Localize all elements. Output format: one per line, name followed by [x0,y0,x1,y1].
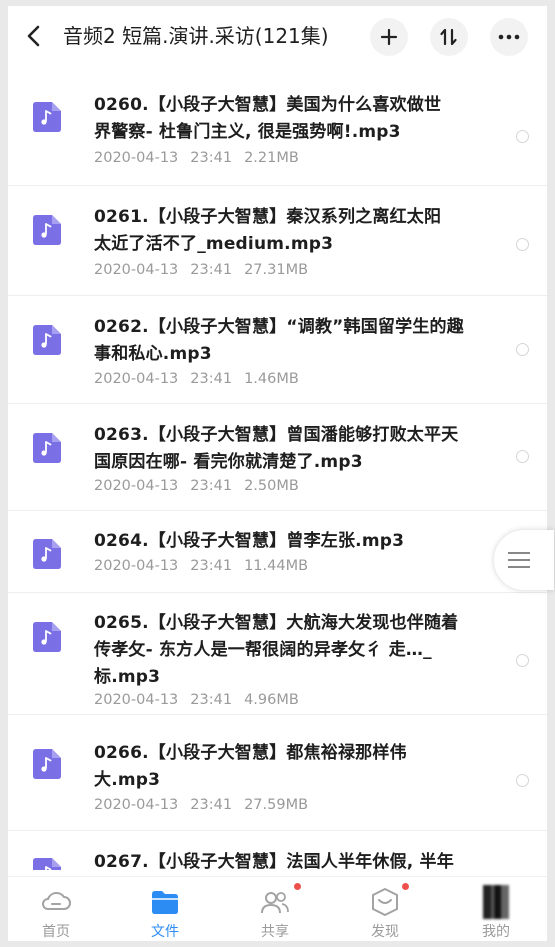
select-radio[interactable] [516,774,529,787]
notification-dot [294,883,301,890]
audio-file-icon [33,215,61,245]
file-item[interactable]: 0260.【小段子大智慧】美国为什么喜欢做世 界警察- 杜鲁门主义, 很是强势啊!… [8,80,547,186]
audio-file-icon [33,325,61,355]
sort-icon [440,28,457,46]
file-meta: 2020-04-13 23:41 1.46MB [94,371,299,387]
file-item[interactable]: 0265.【小段子大智慧】大航海大发现也伴随着 传孝攵- 东方人是一帮很阔的异孝攵… [8,592,547,715]
file-item[interactable]: 0261.【小段子大智慧】秦汉系列之离红太阳 太近了活不了_medium.mp3 … [8,185,547,296]
file-meta: 2020-04-13 23:41 2.50MB [94,478,299,494]
file-name: 0261.【小段子大智慧】秦汉系列之离红太阳 太近了活不了_medium.mp3 [94,207,442,254]
audio-file-icon [33,858,61,870]
file-name: 0262.【小段子大智慧】“调教”韩国留学生的趣 事和私心.mp3 [94,317,464,364]
menu-icon [508,552,530,573]
notification-dot [402,883,409,890]
file-meta: 2020-04-13 23:41 11.44MB [94,558,309,574]
add-button[interactable] [370,18,408,56]
file-name: 0265.【小段子大智慧】大航海大发现也伴随着 传孝攵- 东方人是一帮很阔的异孝攵… [94,613,459,687]
file-item[interactable]: 0266.【小段子大智慧】都焦裕禄那样伟 大.mp3 2020-04-13 23:4… [8,714,547,831]
audio-file-icon [33,539,61,569]
cloud-icon [42,892,71,910]
folder-icon [152,891,178,914]
more-horizontal-icon [498,34,520,40]
app-frame: 音频2 短篇.演讲.采访(121集) 0260.【小段子大智慧】美国为什么喜欢做… [8,6,547,941]
top-bar: 音频2 短篇.演讲.采访(121集) [8,6,547,68]
select-radio[interactable] [516,343,529,356]
tab-discover[interactable]: 发现 [345,877,425,941]
file-meta: 2020-04-13 23:41 2.21MB [94,150,299,166]
cube-icon [372,888,398,916]
plus-icon [380,28,398,46]
people-icon [261,892,289,914]
tab-mine[interactable]: 我的 [456,877,536,941]
back-button[interactable] [22,24,46,48]
select-radio[interactable] [516,238,529,251]
file-name: 0266.【小段子大智慧】都焦裕禄那样伟 大.mp3 [94,743,407,790]
tab-share[interactable]: 共享 [235,877,315,941]
page-title: 音频2 短篇.演讲.采访(121集) [63,24,329,48]
tab-files[interactable]: 文件 [125,877,205,941]
file-meta: 2020-04-13 23:41 27.59MB [94,797,309,813]
select-radio[interactable] [516,130,529,143]
avatar [483,885,509,919]
side-drawer-handle[interactable] [494,530,554,590]
tab-home[interactable]: 首页 [16,877,96,941]
file-meta: 2020-04-13 23:41 27.31MB [94,262,309,278]
file-item[interactable]: 0263.【小段子大智慧】曾国潘能够打败太平天 国原因在哪- 看完你就清楚了.mp… [8,403,547,511]
file-list: 0260.【小段子大智慧】美国为什么喜欢做世 界警察- 杜鲁门主义, 很是强势啊!… [8,80,547,870]
chevron-left-icon [27,25,40,47]
file-item[interactable]: 0267.【小段子大智慧】法国人半年休假, 半年 [8,830,547,870]
more-button[interactable] [490,18,528,56]
select-radio[interactable] [516,450,529,463]
bottom-tab-bar: 首页 文件 共享 发现 我的 [8,876,547,941]
file-name: 0264.【小段子大智慧】曾李左张.mp3 [94,531,405,551]
sort-button[interactable] [430,18,468,56]
file-meta: 2020-04-13 23:41 4.96MB [94,692,299,708]
file-item[interactable]: 0262.【小段子大智慧】“调教”韩国留学生的趣 事和私心.mp3 2020-04… [8,295,547,404]
select-radio[interactable] [516,654,529,667]
file-name: 0260.【小段子大智慧】美国为什么喜欢做世 界警察- 杜鲁门主义, 很是强势啊!… [94,95,442,142]
audio-file-icon [33,102,61,132]
file-name: 0267.【小段子大智慧】法国人半年休假, 半年 [94,852,454,870]
audio-file-icon [33,433,61,463]
file-item[interactable]: 0264.【小段子大智慧】曾李左张.mp3 2020-04-13 23:41 11.… [8,510,547,593]
file-name: 0263.【小段子大智慧】曾国潘能够打败太平天 国原因在哪- 看完你就清楚了.mp… [94,425,459,472]
audio-file-icon [33,622,61,652]
audio-file-icon [33,749,61,779]
